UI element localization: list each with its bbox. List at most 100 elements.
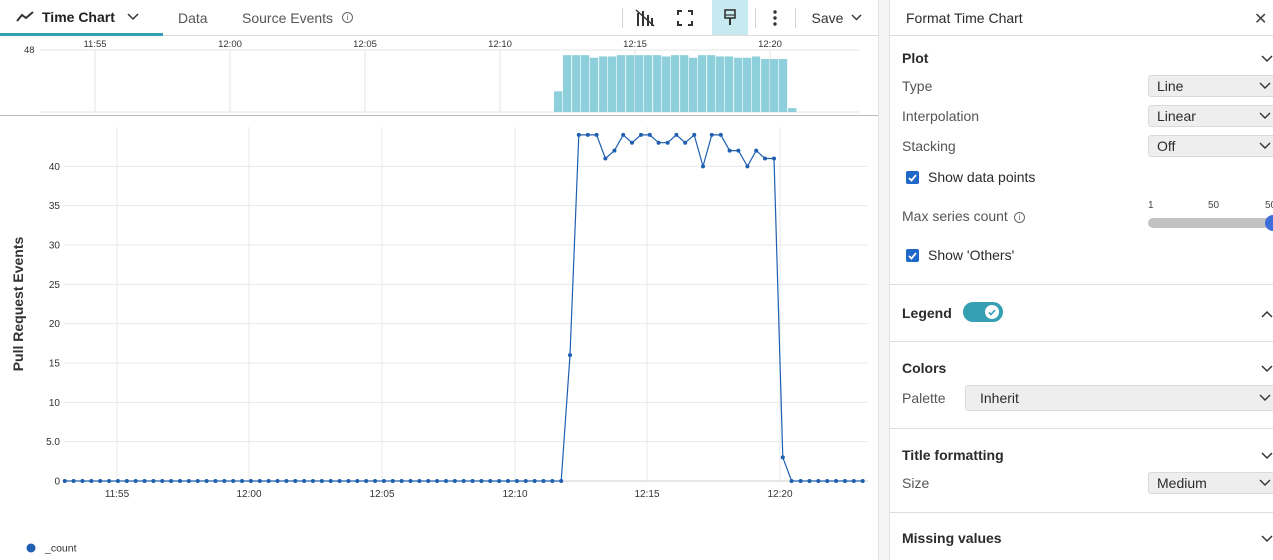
section-plot-title[interactable]: Plot xyxy=(902,50,928,66)
show-data-points-label[interactable]: Show data points xyxy=(928,169,1035,185)
data-point[interactable] xyxy=(798,479,803,483)
data-point[interactable] xyxy=(541,479,546,483)
data-point[interactable] xyxy=(107,479,112,483)
show-others-label[interactable]: Show 'Others' xyxy=(928,247,1014,263)
data-point[interactable] xyxy=(780,455,785,460)
data-point[interactable] xyxy=(674,132,679,137)
data-point[interactable] xyxy=(594,132,599,137)
data-point[interactable] xyxy=(718,132,723,137)
data-point[interactable] xyxy=(293,479,298,483)
data-point[interactable] xyxy=(576,132,581,137)
overview-bar[interactable] xyxy=(635,55,644,112)
data-point[interactable] xyxy=(435,479,440,483)
overview-bar[interactable] xyxy=(689,57,698,112)
time-chart-plot[interactable]: 0 5.0 10 15 20 25 30 35 40 11:55 12:00 12:05 12:10 12… xyxy=(0,117,878,560)
overview-chart[interactable]: 11:55 12:00 12:05 12:10 12:15 12:20 48 xyxy=(0,36,878,116)
data-point[interactable] xyxy=(373,479,378,483)
data-point[interactable] xyxy=(328,479,333,483)
data-point[interactable] xyxy=(62,479,67,483)
data-point[interactable] xyxy=(842,479,847,483)
panel-resize-handle[interactable] xyxy=(878,0,890,560)
data-point[interactable] xyxy=(621,132,626,137)
data-point[interactable] xyxy=(479,479,484,483)
data-point[interactable] xyxy=(80,479,85,483)
overview-bar[interactable] xyxy=(616,55,626,112)
data-point[interactable] xyxy=(514,479,519,483)
data-point[interactable] xyxy=(115,479,120,483)
data-point[interactable] xyxy=(124,479,129,483)
data-point[interactable] xyxy=(568,353,572,358)
overview-bar[interactable] xyxy=(761,59,770,112)
data-point[interactable] xyxy=(834,479,839,483)
show-others-checkbox[interactable] xyxy=(906,249,919,262)
info-icon[interactable]: i xyxy=(1013,211,1025,223)
data-point[interactable] xyxy=(851,479,856,483)
fullscreen-button[interactable] xyxy=(668,0,702,35)
data-point[interactable] xyxy=(692,132,697,137)
compare-button[interactable] xyxy=(628,0,662,35)
overview-bar[interactable] xyxy=(788,108,797,112)
data-point[interactable] xyxy=(488,479,493,483)
data-point[interactable] xyxy=(240,479,245,483)
data-point[interactable] xyxy=(656,140,661,145)
stacking-select[interactable]: Off xyxy=(1148,135,1273,157)
type-select[interactable]: Line xyxy=(1148,75,1273,97)
data-point[interactable] xyxy=(736,148,741,153)
data-point[interactable] xyxy=(745,164,750,169)
overview-bar[interactable] xyxy=(599,56,608,112)
overview-bar[interactable] xyxy=(653,55,662,112)
data-point[interactable] xyxy=(762,156,767,161)
data-point[interactable] xyxy=(639,132,644,137)
data-point[interactable] xyxy=(497,479,502,483)
data-point[interactable] xyxy=(426,479,431,483)
data-point[interactable] xyxy=(71,479,76,483)
data-point[interactable] xyxy=(709,132,714,137)
overview-bar[interactable] xyxy=(670,55,680,112)
data-point[interactable] xyxy=(231,479,236,483)
data-point[interactable] xyxy=(647,132,652,137)
data-point[interactable] xyxy=(284,479,289,483)
overview-bar[interactable] xyxy=(589,57,599,112)
close-icon[interactable]: ✕ xyxy=(1254,9,1267,29)
max-series-slider[interactable] xyxy=(1148,218,1273,228)
data-point[interactable] xyxy=(506,479,511,483)
overview-bar[interactable] xyxy=(707,55,716,112)
data-point[interactable] xyxy=(612,148,617,153)
data-point[interactable] xyxy=(381,479,386,483)
data-point[interactable] xyxy=(204,479,209,483)
more-button[interactable] xyxy=(763,0,787,35)
data-point[interactable] xyxy=(248,479,253,483)
overview-bar[interactable] xyxy=(724,56,734,112)
overview-bar[interactable] xyxy=(697,55,707,112)
tab-data[interactable]: Data xyxy=(178,0,208,35)
data-point[interactable] xyxy=(257,479,262,483)
format-button[interactable] xyxy=(712,0,748,35)
data-point[interactable] xyxy=(169,479,174,483)
palette-select[interactable]: Inherit xyxy=(965,385,1273,411)
section-colors-title[interactable]: Colors xyxy=(902,360,946,376)
time-chart[interactable]: 0 5.0 10 15 20 25 30 35 40 11:55 12:00 12:05 12:10 12… xyxy=(0,117,878,560)
overview-bar[interactable] xyxy=(734,57,743,112)
data-point[interactable] xyxy=(683,140,688,145)
chevron-down-icon[interactable] xyxy=(1260,362,1273,376)
tab-time-chart[interactable]: Time Chart xyxy=(0,0,163,36)
data-point[interactable] xyxy=(310,479,315,483)
data-point[interactable] xyxy=(701,164,705,169)
overview-bar[interactable] xyxy=(751,56,761,112)
data-point[interactable] xyxy=(417,479,422,483)
data-point[interactable] xyxy=(452,479,457,483)
chevron-up-icon[interactable] xyxy=(1260,307,1273,321)
data-point[interactable] xyxy=(89,479,94,483)
overview-bar[interactable] xyxy=(626,55,635,112)
data-point[interactable] xyxy=(399,479,404,483)
overview-bar[interactable] xyxy=(581,55,590,112)
chevron-down-icon[interactable] xyxy=(127,12,139,21)
interpolation-select[interactable]: Linear xyxy=(1148,105,1273,127)
data-point[interactable] xyxy=(408,479,413,483)
section-legend-title[interactable]: Legend xyxy=(902,305,952,321)
overview-bar[interactable] xyxy=(572,55,581,112)
data-point[interactable] xyxy=(364,479,369,483)
data-point[interactable] xyxy=(523,479,528,483)
data-point[interactable] xyxy=(355,479,360,483)
data-point[interactable] xyxy=(275,479,280,483)
